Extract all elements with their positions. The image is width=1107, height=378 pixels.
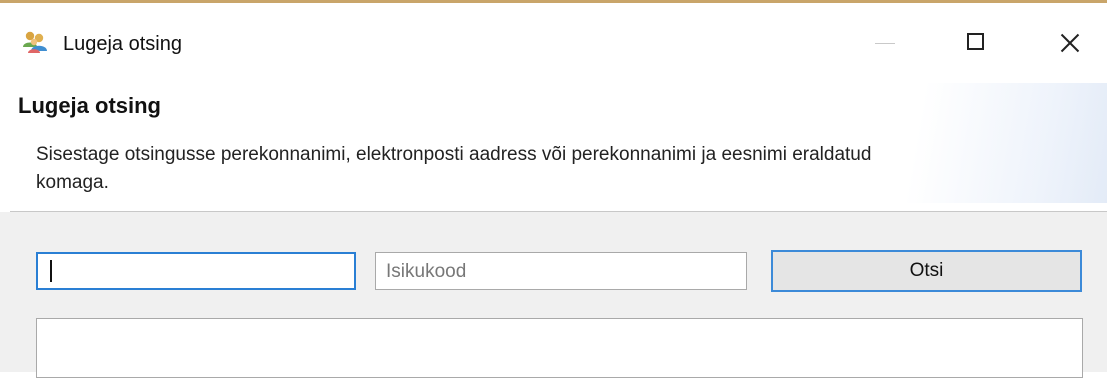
name-search-input[interactable] [36, 252, 356, 290]
id-code-placeholder: Isikukood [386, 261, 467, 282]
window-title: Lugeja otsing [63, 33, 182, 55]
dialog-content: Isikukood Otsi [0, 212, 1107, 378]
search-button[interactable]: Otsi [771, 250, 1082, 292]
dialog-header: Lugeja otsing Sisestage otsingusse perek… [0, 83, 1107, 203]
users-icon [22, 30, 48, 54]
results-list[interactable] [36, 318, 1083, 378]
maximize-button[interactable] [944, 21, 1014, 65]
dialog-heading: Lugeja otsing [18, 93, 161, 118]
close-button[interactable] [1034, 21, 1104, 65]
title-bar[interactable]: Lugeja otsing [0, 3, 1107, 83]
text-caret [50, 260, 52, 282]
dialog-description: Sisestage otsingusse perekonnanimi, elek… [36, 144, 872, 193]
search-button-label: Otsi [909, 260, 944, 281]
id-code-input[interactable]: Isikukood [375, 252, 747, 290]
minimize-button[interactable] [850, 21, 920, 65]
